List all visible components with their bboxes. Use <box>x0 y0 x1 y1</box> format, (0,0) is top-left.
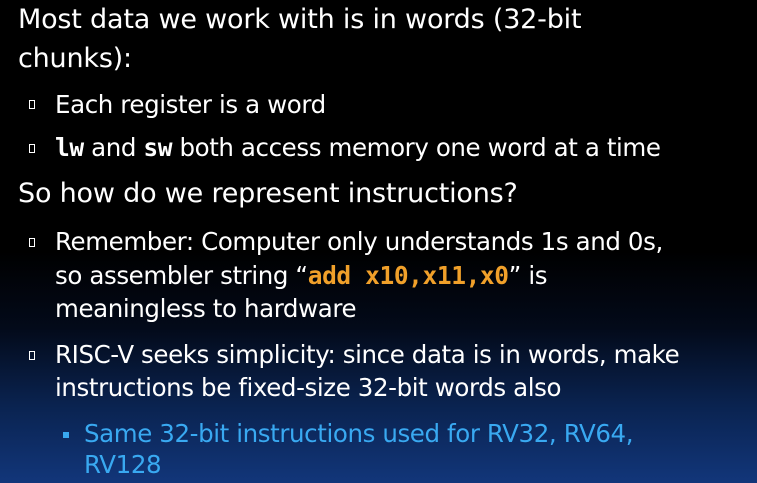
bullet-riscv-line-2: instructions be fixed-size 32-bit words … <box>55 373 562 402</box>
filled-square-bullet-icon <box>63 432 69 438</box>
slide: Most data we work with is in words (32-b… <box>0 0 757 483</box>
bullet-riscv-line-1: RISC-V seeks simplicity: since data is i… <box>55 340 680 369</box>
code-sw: sw <box>143 133 173 162</box>
bullet-remember-line-3: meaningless to hardware <box>55 294 357 323</box>
square-bullet-icon <box>29 144 35 153</box>
text-and: and <box>83 133 144 162</box>
bullet-remember-line-2: so assembler string “add x10,x11,x0” is <box>55 259 547 292</box>
bullet-register-word: Each register is a word <box>55 90 326 119</box>
sub-bullet-line-1: Same 32-bit instructions used for RV32, … <box>84 419 634 448</box>
text-is: ” is <box>508 261 548 290</box>
code-add-instruction: add x10,x11,x0 <box>307 261 509 290</box>
square-bullet-icon <box>29 351 35 360</box>
code-lw: lw <box>55 133 84 162</box>
heading-represent-instructions: So how do we represent instructions? <box>18 178 518 209</box>
sub-bullet-line-2: RV128 <box>84 450 162 479</box>
bullet-remember-line-1: Remember: Computer only understands 1s a… <box>55 227 663 256</box>
square-bullet-icon <box>29 100 35 109</box>
heading-line-2: chunks): <box>18 43 132 74</box>
text-memory-access: both access memory one word at a time <box>172 133 661 162</box>
bullet-lw-sw: lw and sw both access memory one word at… <box>55 131 661 164</box>
heading-line-1: Most data we work with is in words (32-b… <box>18 4 582 35</box>
square-bullet-icon <box>29 238 35 247</box>
text-assembler-string: so assembler string “ <box>55 261 308 290</box>
